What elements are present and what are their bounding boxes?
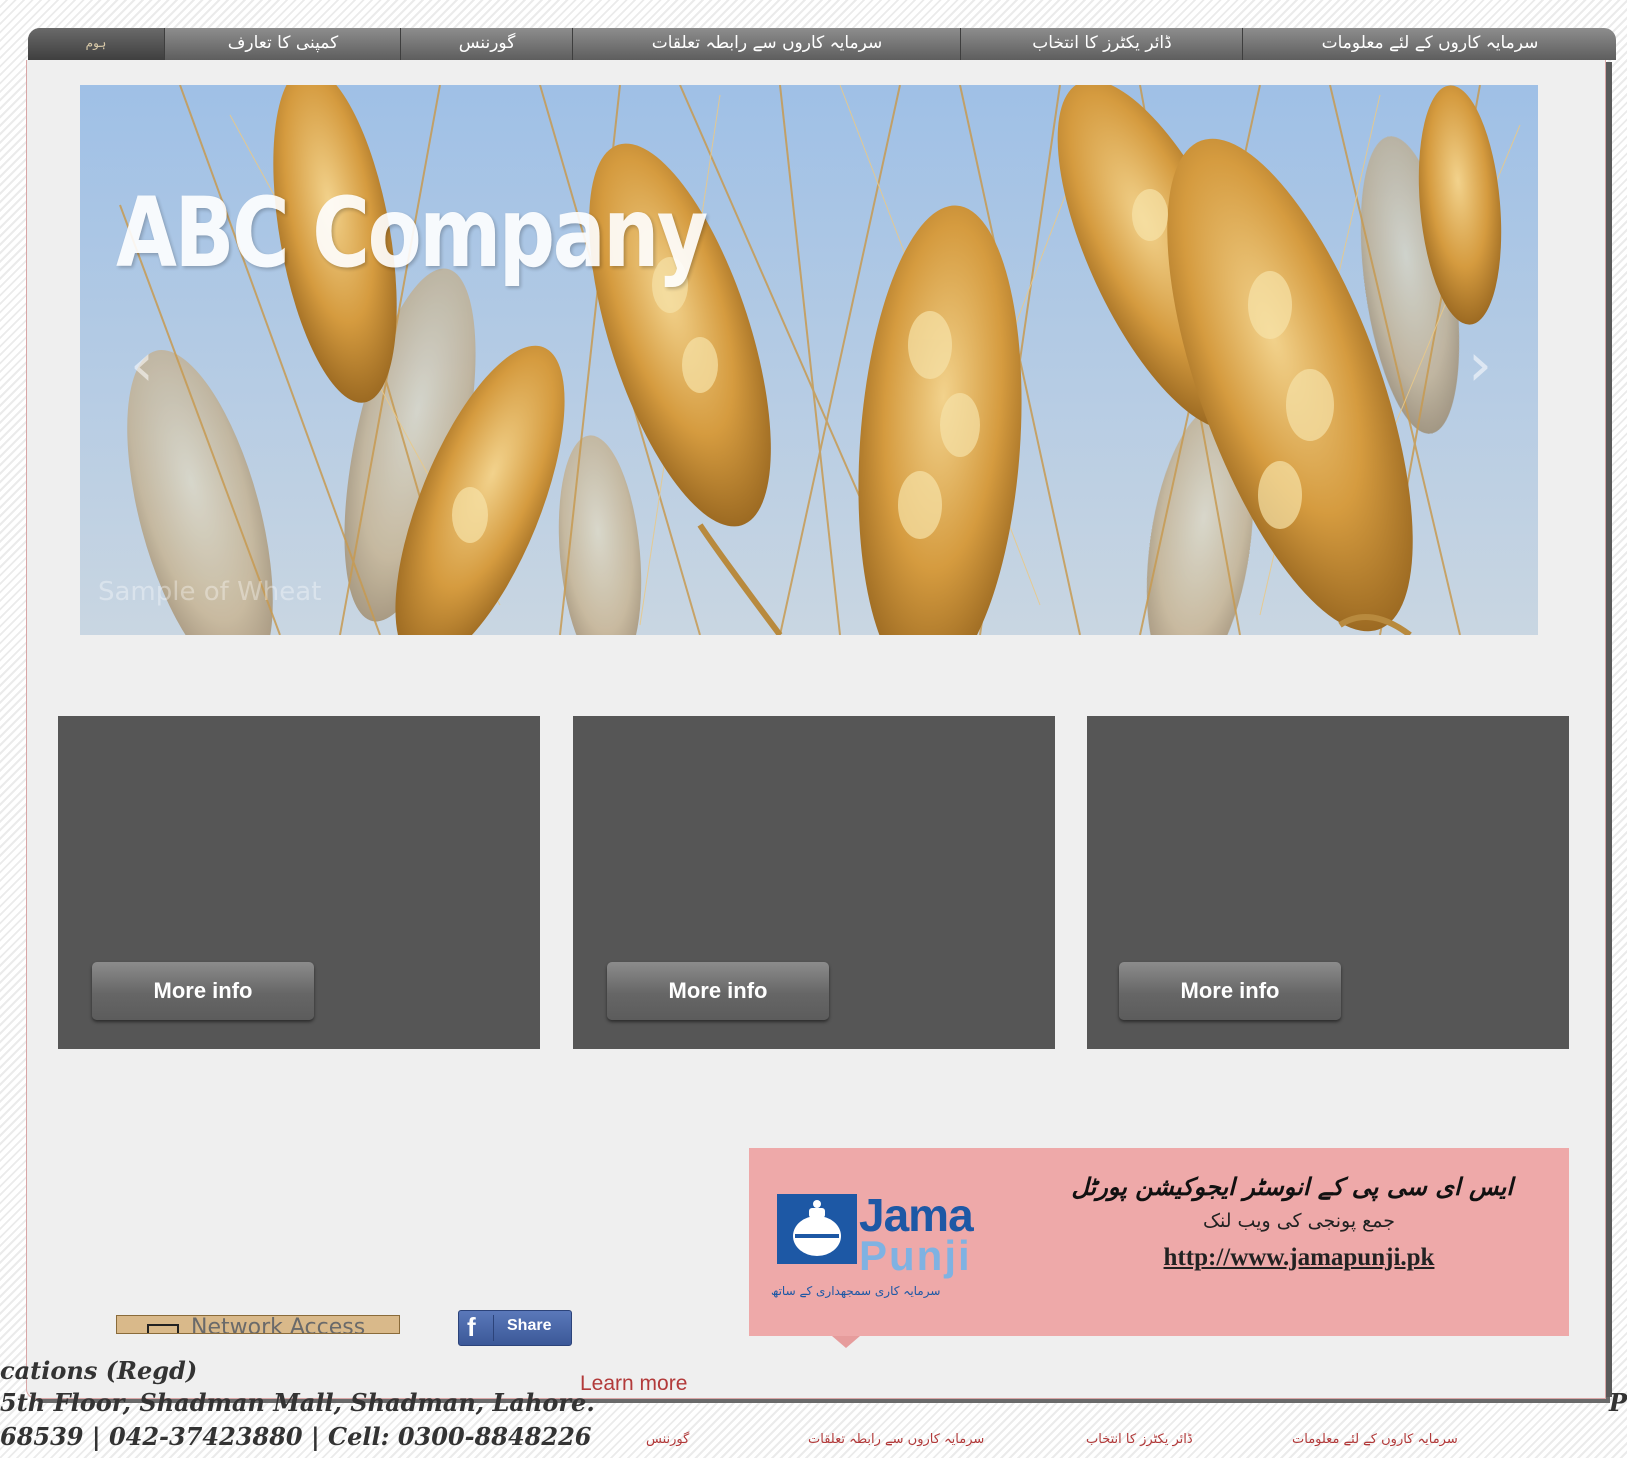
network-icon: [147, 1324, 179, 1333]
ad-heading: ایس ای سی پی کے انوسٹر ایجوکیشن پورٹل: [1071, 1172, 1513, 1201]
more-info-button[interactable]: More info: [92, 962, 314, 1020]
more-info-button[interactable]: More info: [607, 962, 829, 1020]
top-navigation: ہوم کمپنی کا تعارف گورننس سرمایہ کاروں س…: [28, 28, 1616, 60]
share-label: Share: [507, 1317, 552, 1334]
chevron-right-icon[interactable]: ›: [1458, 325, 1502, 405]
footer-link-governance[interactable]: گورننس: [646, 1432, 689, 1447]
learn-more-link[interactable]: Learn more: [580, 1372, 687, 1396]
nav-item-governance[interactable]: گورننس: [400, 28, 573, 60]
ad-pointer-arrow: [832, 1336, 860, 1348]
jamapunji-tagline: سرمایہ کاری سمجھداری کے ساتھ: [771, 1284, 941, 1298]
feature-box-3: More info: [1087, 716, 1569, 1049]
footer-phone: 68539 | 042-37423880 | Cell: 0300-884822…: [0, 1422, 592, 1451]
jamapunji-banner[interactable]: Jama Punji سرمایہ کاری سمجھداری کے ساتھ …: [749, 1148, 1569, 1336]
facebook-icon: f: [467, 1312, 476, 1342]
ad-subheading: جمع پونجی کی ویب لنک: [1202, 1210, 1396, 1232]
jamapunji-logo-icon: [777, 1194, 857, 1264]
footer-link-directors-election[interactable]: ڈائر یکٹرز کا انتخاب: [1086, 1432, 1193, 1447]
wheat-photo: [80, 85, 1538, 635]
footer-right-text: P: [1608, 1388, 1627, 1417]
feature-box-1: More info: [58, 716, 540, 1049]
chevron-left-icon[interactable]: ‹: [120, 325, 164, 405]
jamapunji-logo-punji: Punji: [859, 1232, 972, 1279]
nav-item-investor-information[interactable]: سرمایہ کاروں کے لئے معلومات: [1242, 28, 1616, 60]
footer-link-investor-information[interactable]: سرمایہ کاروں کے لئے معلومات: [1292, 1432, 1458, 1447]
nav-item-home[interactable]: ہوم: [28, 28, 164, 60]
network-access-widget[interactable]: Network Access: [116, 1315, 400, 1334]
facebook-share-button[interactable]: f Share: [458, 1310, 572, 1346]
banner-title: ABC Company: [116, 177, 708, 289]
network-access-text: Network Access: [191, 1315, 366, 1334]
feature-box-2: More info: [573, 716, 1055, 1049]
footer-link-investor-relations[interactable]: سرمایہ کاروں سے رابطہ تعلقات: [808, 1432, 984, 1447]
nav-item-investor-relations[interactable]: سرمایہ کاروں سے رابطہ تعلقات: [572, 28, 961, 60]
jamapunji-link[interactable]: http://www.jamapunji.pk: [1049, 1244, 1549, 1272]
footer-address: 5th Floor, Shadman Mall, Shadman, Lahore…: [0, 1388, 595, 1417]
banner-caption: Sample of Wheat: [98, 577, 322, 607]
nav-item-company-introduction[interactable]: کمپنی کا تعارف: [164, 28, 401, 60]
nav-item-directors-election[interactable]: ڈائر یکٹرز کا انتخاب: [960, 28, 1243, 60]
more-info-button[interactable]: More info: [1119, 962, 1341, 1020]
footer-company-name: cations (Regd): [0, 1356, 198, 1385]
hero-banner: ABC Company Sample of Wheat ‹ ›: [80, 85, 1538, 635]
share-divider: [493, 1315, 494, 1341]
